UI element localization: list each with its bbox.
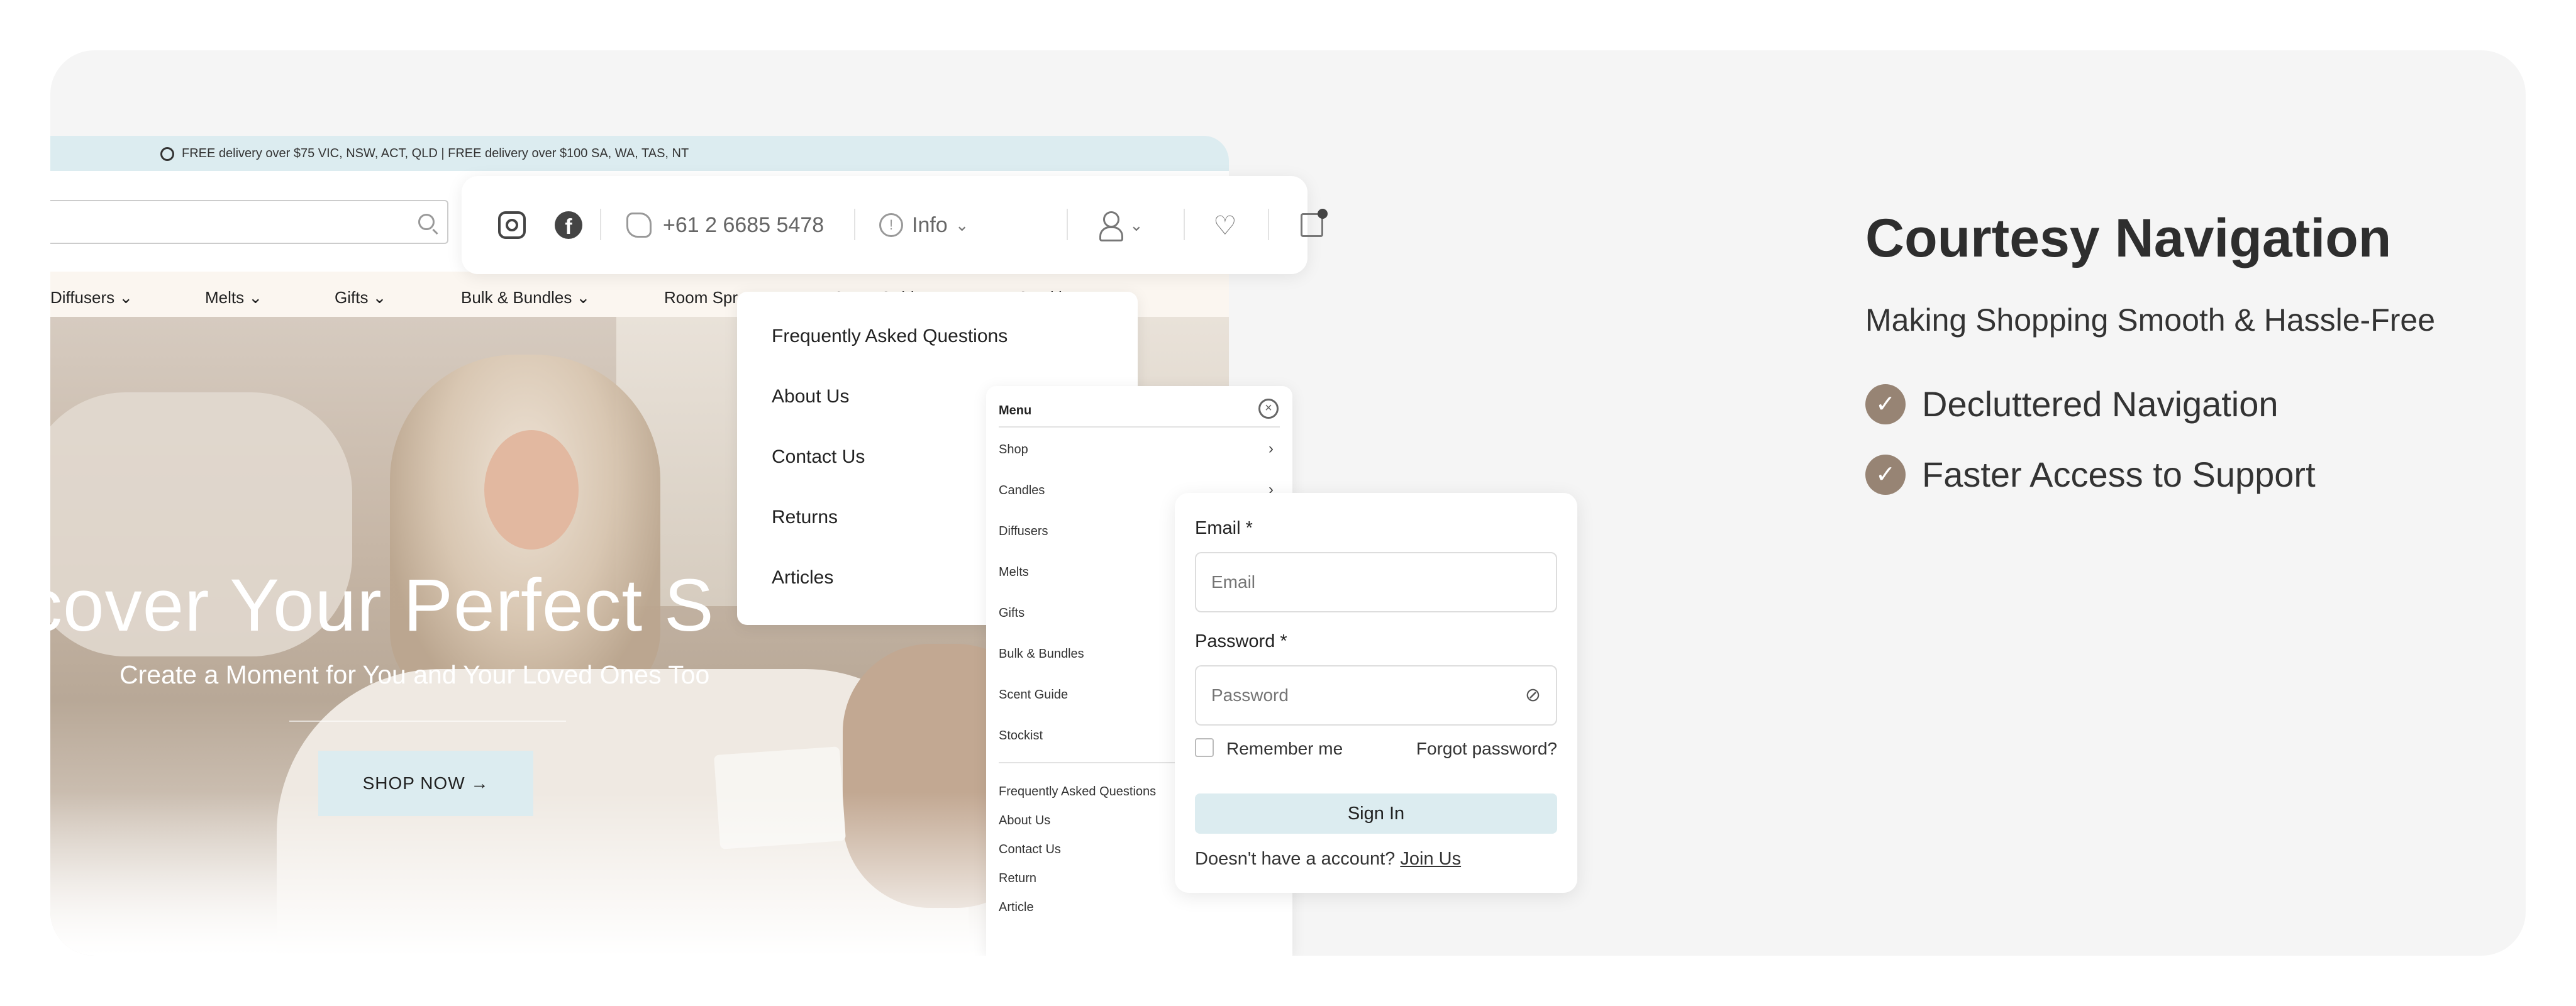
menu-item-shop[interactable]: Shop: [999, 443, 1028, 457]
facebook-icon: f: [555, 211, 582, 239]
menu-item-melts[interactable]: Melts: [999, 565, 1029, 580]
menu-title: Menu: [999, 404, 1032, 417]
info-item-about[interactable]: About Us: [772, 386, 849, 407]
separator: [1184, 209, 1185, 240]
chevron-down-icon: ⌄: [1130, 215, 1143, 235]
cart-link[interactable]: [1301, 176, 1328, 274]
info-item-contact[interactable]: Contact Us: [772, 446, 865, 468]
check-circle-icon: ✓: [1865, 384, 1906, 424]
feature-subtitle: Making Shopping Smooth & Hassle-Free: [1865, 302, 2436, 338]
chevron-right-icon: ›: [1269, 440, 1274, 457]
cart-count-badge: [1318, 209, 1328, 219]
info-item-articles[interactable]: Articles: [772, 567, 833, 589]
feature-point: ✓ Faster Access to Support: [1865, 454, 2316, 495]
arrow-right-icon: →: [470, 773, 489, 793]
nav-item-melts[interactable]: Melts ⌄: [205, 288, 262, 307]
menu-item-about[interactable]: About Us: [999, 814, 1050, 828]
wishlist-link[interactable]: ♡: [1213, 176, 1237, 274]
menu-item-stockist[interactable]: Stockist: [999, 729, 1043, 743]
hero-headline: cover Your Perfect S: [50, 564, 714, 647]
menu-item-contact[interactable]: Contact Us: [999, 843, 1061, 857]
forgot-password-link[interactable]: Forgot password?: [1416, 739, 1557, 759]
announcement-text: FREE delivery over $75 VIC, NSW, ACT, QL…: [182, 146, 689, 160]
email-field[interactable]: [1195, 552, 1557, 612]
chevron-down-icon: ⌄: [955, 215, 969, 235]
sign-in-button[interactable]: Sign In: [1195, 793, 1557, 834]
announcement-bar: FREE delivery over $75 VIC, NSW, ACT, QL…: [50, 136, 1229, 171]
hero-divider: [289, 721, 566, 722]
menu-item-faq[interactable]: Frequently Asked Questions: [999, 785, 1156, 799]
shop-now-button[interactable]: SHOP NOW →: [318, 751, 533, 816]
no-account-text: Doesn't have a account? Join Us: [1195, 849, 1462, 869]
menu-item-scent-guide[interactable]: Scent Guide: [999, 688, 1068, 702]
feature-card: FREE delivery over $75 VIC, NSW, ACT, QL…: [50, 50, 2526, 956]
instagram-link[interactable]: [498, 176, 526, 274]
menu-item-return[interactable]: Return: [999, 871, 1036, 886]
menu-divider: [999, 426, 1280, 428]
courtesy-nav-bar: f +61 2 6685 5478 ! Info ⌄ ⌄ ♡: [462, 176, 1328, 274]
user-icon: [1097, 211, 1123, 241]
bag-icon: [1301, 209, 1328, 237]
instagram-icon: [498, 211, 526, 239]
info-dropdown-toggle[interactable]: ! Info ⌄: [879, 176, 969, 274]
heart-icon: ♡: [1213, 210, 1237, 240]
search-icon[interactable]: [418, 214, 435, 230]
eye-off-icon[interactable]: ⊘: [1525, 684, 1541, 706]
email-label: Email *: [1195, 518, 1253, 538]
facebook-link[interactable]: f: [555, 176, 582, 274]
menu-item-diffusers[interactable]: Diffusers: [999, 524, 1048, 539]
remember-me-checkbox[interactable]: [1195, 738, 1214, 757]
feature-point: ✓ Decluttered Navigation: [1865, 384, 2279, 424]
info-item-returns[interactable]: Returns: [772, 507, 838, 528]
info-label: Info: [912, 213, 948, 237]
feature-copy: Courtesy Navigation Making Shopping Smoo…: [1865, 207, 2435, 495]
separator: [1268, 209, 1269, 240]
menu-item-candles[interactable]: Candles: [999, 484, 1045, 498]
menu-item-bulk-bundles[interactable]: Bulk & Bundles: [999, 647, 1084, 661]
delivery-icon: [160, 146, 174, 161]
phone-icon: [626, 213, 652, 238]
phone-link[interactable]: +61 2 6685 5478: [626, 176, 824, 274]
remember-me-label[interactable]: Remember me: [1226, 739, 1343, 759]
separator: [1067, 209, 1068, 240]
login-popup: Email * Password * ⊘ Remember me Forgot …: [1175, 493, 1577, 893]
info-item-faq[interactable]: Frequently Asked Questions: [772, 326, 1008, 347]
nav-item-diffusers[interactable]: Diffusers ⌄: [50, 288, 133, 307]
check-circle-icon: ✓: [1865, 454, 1906, 495]
join-us-link[interactable]: Join Us: [1400, 849, 1461, 869]
nav-item-room-sprays[interactable]: Room Spr: [664, 288, 738, 307]
hero-photo-face: [484, 430, 579, 550]
separator: [854, 209, 855, 240]
menu-item-gifts[interactable]: Gifts: [999, 606, 1024, 621]
info-icon: !: [879, 213, 903, 237]
hero-subline: Create a Moment for You and Your Loved O…: [119, 660, 710, 689]
account-dropdown-toggle[interactable]: ⌄: [1097, 176, 1143, 274]
nav-item-gifts[interactable]: Gifts ⌄: [335, 288, 386, 307]
feature-title: Courtesy Navigation: [1865, 208, 2392, 268]
search-input[interactable]: [50, 200, 448, 244]
separator: [600, 209, 601, 240]
close-icon[interactable]: ×: [1258, 399, 1279, 419]
menu-item-article[interactable]: Article: [999, 900, 1034, 915]
password-label: Password *: [1195, 631, 1287, 651]
phone-number: +61 2 6685 5478: [663, 213, 824, 237]
nav-item-bulk-bundles[interactable]: Bulk & Bundles ⌄: [461, 288, 590, 307]
password-field[interactable]: [1195, 665, 1557, 726]
